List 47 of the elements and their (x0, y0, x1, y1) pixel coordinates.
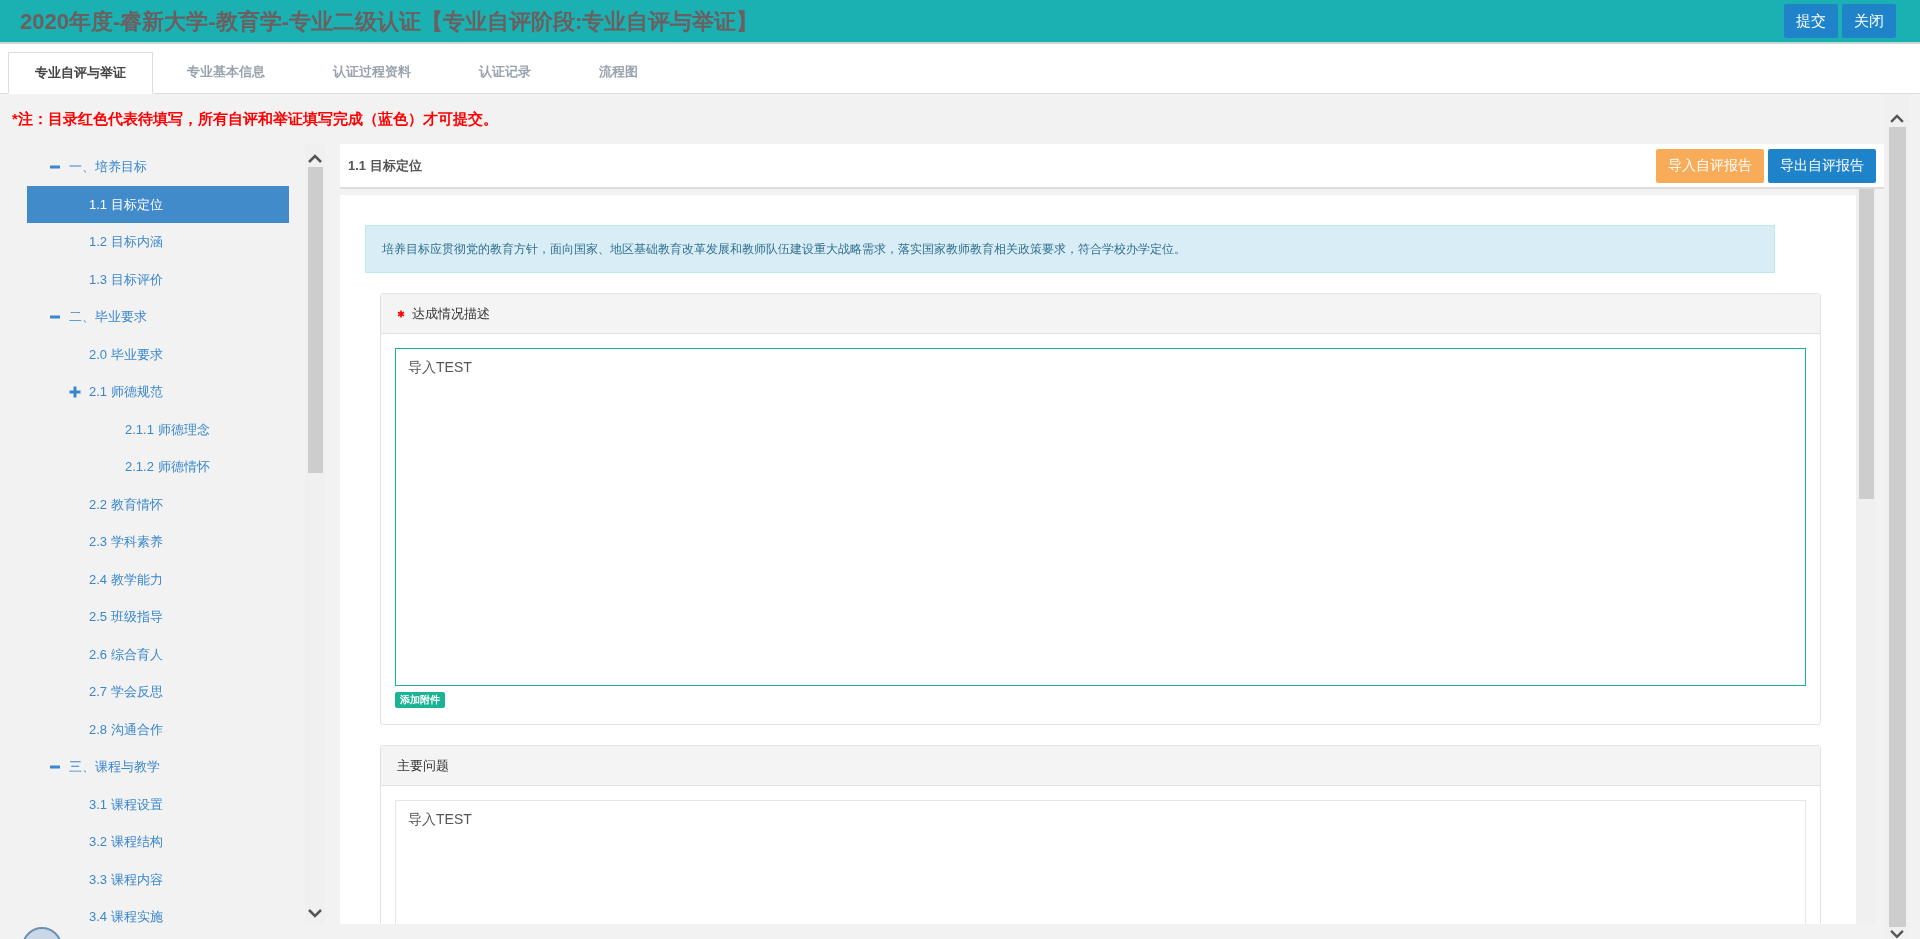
plus-icon[interactable] (69, 385, 81, 398)
tree-item[interactable]: 2.1.1 师德理念 (27, 410, 289, 448)
scroll-thumb[interactable] (1888, 126, 1906, 928)
tree-item[interactable]: 2.4 教学能力 (27, 560, 289, 598)
scroll-up-icon[interactable] (308, 154, 322, 163)
tree-item[interactable]: 2.2 教育情怀 (27, 485, 289, 523)
page-title: 2020年度-睿新大学-教育学-专业二级认证【专业自评阶段:专业自评与举证】 (20, 7, 759, 36)
tab[interactable]: 专业自评与举证 (8, 52, 153, 94)
info-box: 培养目标应贯彻党的教育方针，面向国家、地区基础教育改革发展和教师队伍建设重大战略需求，落实国家教师教育相关政策要求，符合学校办学定位。 (365, 225, 1775, 273)
tab[interactable]: 认证记录 (445, 51, 565, 93)
header-button[interactable]: 提交 (1784, 4, 1838, 38)
scroll-down-icon[interactable] (1890, 930, 1904, 939)
panel-title: 1.1 目标定位 (348, 156, 422, 175)
tree-item[interactable]: 1.2 目标内涵 (27, 223, 289, 261)
tree-item[interactable]: 3.1 课程设置 (27, 785, 289, 823)
tree-item[interactable]: 2.8 沟通合作 (27, 710, 289, 748)
tree-item[interactable]: 2.3 学科素养 (27, 523, 289, 561)
tree-item[interactable]: 一、培养目标 (27, 148, 289, 186)
section-title: 达成情况描述 (412, 304, 490, 323)
tree-item[interactable]: 2.1.2 师德情怀 (27, 448, 289, 486)
tree-item[interactable]: 2.5 班级指导 (27, 598, 289, 636)
section-title: 主要问题 (397, 756, 449, 775)
tab[interactable]: 流程图 (565, 51, 672, 93)
tree-item[interactable]: 二、毕业要求 (27, 298, 289, 336)
tree-item[interactable]: 1.1 目标定位 (27, 185, 289, 223)
tree-item[interactable]: 3.3 课程内容 (27, 860, 289, 898)
header-button[interactable]: 关闭 (1842, 4, 1896, 38)
notice-text: *注：目录红色代表待填写，所有自评和举证填写完成（蓝色）才可提交。 (11, 108, 499, 129)
scroll-up-icon[interactable] (1890, 114, 1904, 123)
tree-item[interactable]: 1.3 目标评价 (27, 260, 289, 298)
tree-item[interactable]: 3.2 课程结构 (27, 823, 289, 861)
text-area[interactable]: 导入TEST (395, 800, 1806, 924)
tab[interactable]: 认证过程资料 (299, 51, 445, 93)
tree-item[interactable]: 2.7 学会反思 (27, 673, 289, 711)
text-area[interactable]: 导入TEST (395, 348, 1806, 686)
tree-item[interactable]: 2.1 师德规范 (27, 373, 289, 411)
tree-item[interactable]: 2.6 综合育人 (27, 635, 289, 673)
scroll-thumb[interactable] (307, 167, 323, 473)
tab[interactable]: 专业基本信息 (153, 51, 299, 93)
import-button[interactable]: 导入自评报告 (1656, 148, 1764, 183)
tree-item[interactable]: 三、课程与教学 (27, 748, 289, 786)
scroll-down-icon[interactable] (308, 909, 322, 918)
scroll-thumb[interactable] (1858, 189, 1874, 499)
attach-button[interactable]: 添加附件 (395, 692, 445, 708)
export-button[interactable]: 导出自评报告 (1768, 148, 1876, 183)
tree-item[interactable]: 2.0 毕业要求 (27, 335, 289, 373)
tree-item[interactable]: 3.4 课程实施 (27, 898, 289, 924)
